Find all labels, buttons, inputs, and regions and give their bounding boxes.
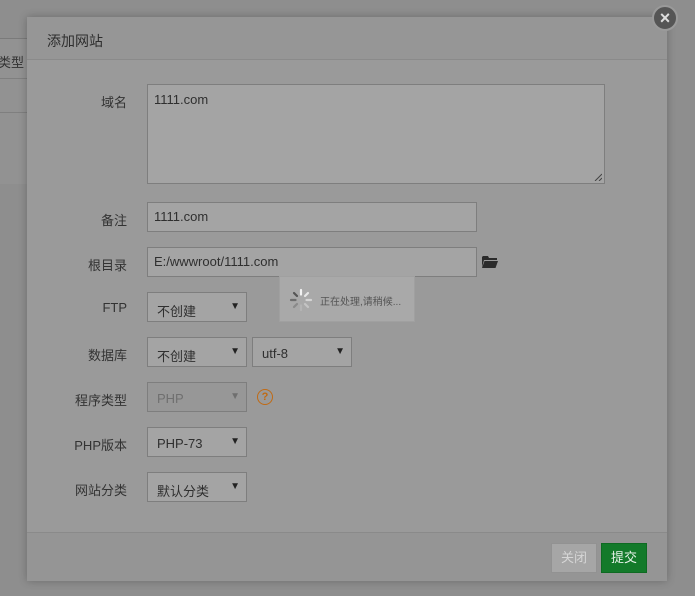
category-select[interactable]: 默认分类 ▼ — [147, 472, 247, 502]
charset-select[interactable]: utf-8 ▼ — [252, 337, 352, 367]
program-type-value: PHP — [157, 391, 184, 406]
close-button[interactable]: 关闭 — [551, 543, 597, 573]
folder-open-icon[interactable] — [482, 255, 498, 269]
close-dialog-icon[interactable]: × — [652, 5, 678, 31]
remark-input[interactable]: 1111.com — [147, 202, 477, 232]
remark-label: 备注 — [100, 213, 127, 228]
domain-textarea[interactable]: 1111.com — [147, 84, 605, 184]
chevron-down-icon: ▼ — [335, 346, 345, 357]
chevron-down-icon: ▼ — [230, 391, 240, 402]
root-dir-input[interactable]: E:/wwwroot/1111.com — [147, 247, 477, 277]
ftp-select[interactable]: 不创建 ▼ — [147, 292, 247, 322]
domain-label: 域名 — [100, 95, 127, 110]
category-label: 网站分类 — [74, 483, 127, 498]
chevron-down-icon: ▼ — [230, 481, 240, 492]
category-value: 默认分类 — [157, 484, 210, 499]
loading-spinner-icon — [289, 288, 313, 312]
loading-text: 正在处理,请稍候... — [320, 297, 402, 308]
program-type-select: PHP ▼ — [147, 382, 247, 412]
program-type-label: 程序类型 — [74, 393, 127, 408]
database-label: 数据库 — [87, 348, 127, 363]
chevron-down-icon: ▼ — [230, 301, 240, 312]
root-dir-label: 根目录 — [87, 258, 127, 273]
remark-value: 1111.com — [154, 209, 209, 224]
help-icon[interactable]: ? — [257, 389, 273, 405]
resize-handle-icon[interactable] — [594, 173, 602, 181]
php-version-select[interactable]: PHP-73 ▼ — [147, 427, 247, 457]
background-column-label: 类型 — [0, 55, 25, 70]
php-version-value: PHP-73 — [157, 436, 203, 451]
root-dir-value: E:/wwwroot/1111.com — [154, 254, 279, 269]
dialog-header: 添加网站 — [27, 17, 667, 60]
database-select[interactable]: 不创建 ▼ — [147, 337, 247, 367]
charset-value: utf-8 — [262, 346, 289, 361]
ftp-label: FTP — [102, 300, 127, 315]
chevron-down-icon: ▼ — [230, 436, 240, 447]
domain-value: 1111.com — [154, 92, 209, 107]
database-value: 不创建 — [157, 349, 197, 364]
php-version-label: PHP版本 — [74, 438, 127, 453]
chevron-down-icon: ▼ — [230, 346, 240, 357]
dialog-title: 添加网站 — [47, 33, 103, 49]
loading-toast: 正在处理,请稍候... — [279, 276, 415, 322]
submit-button[interactable]: 提交 — [601, 543, 647, 573]
ftp-value: 不创建 — [157, 304, 197, 319]
